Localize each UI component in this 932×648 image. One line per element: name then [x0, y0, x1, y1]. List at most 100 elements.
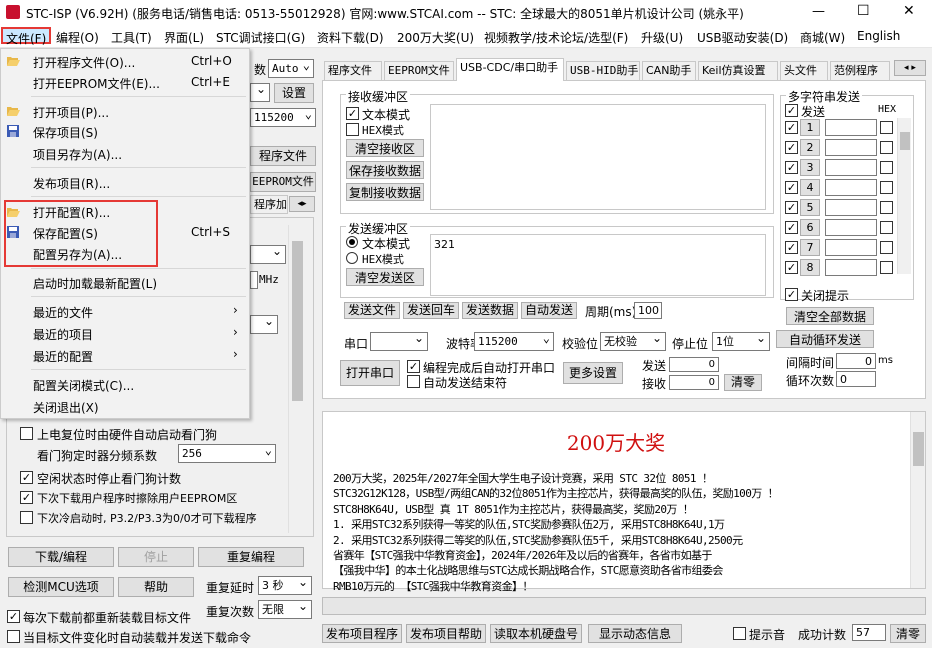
tab-examples[interactable]: 范例程序 — [830, 61, 890, 80]
tab-program-file[interactable]: 程序文件 — [324, 61, 382, 80]
menu-open-config[interactable]: 打开配置(R)... — [33, 204, 110, 221]
multi-row-send-button[interactable]: 1 — [800, 119, 820, 136]
stop-combo[interactable]: 1位 — [712, 332, 770, 351]
auto-send-button[interactable]: 自动发送 — [521, 302, 577, 319]
menu-video[interactable]: 视频教学/技术论坛/选型(F) — [484, 29, 628, 46]
tab-eeprom-file[interactable]: EEPROM文件 — [384, 61, 454, 80]
close-button[interactable]: ✕ — [903, 3, 915, 19]
menu-english[interactable]: English — [857, 29, 900, 46]
multi-row-checkbox[interactable]: ✓ — [785, 121, 798, 134]
tab-can[interactable]: CAN助手 — [642, 61, 696, 80]
multi-row-hex-checkbox[interactable] — [880, 241, 893, 254]
multi-row-checkbox[interactable]: ✓ — [785, 141, 798, 154]
menu-config-close-mode[interactable]: 配置关闭模式(C)... — [33, 377, 134, 394]
clear-success-button[interactable]: 清零 — [890, 624, 926, 643]
options-scrollbar[interactable] — [288, 225, 305, 533]
menu-upgrade[interactable]: 升级(U) — [641, 29, 683, 46]
interval-input[interactable]: 0 — [836, 353, 876, 369]
tab-usb-cdc[interactable]: USB-CDC/串口助手 — [456, 58, 564, 81]
baud2-select[interactable]: 115200 — [250, 108, 316, 127]
program-tab[interactable]: 程序加 — [250, 195, 288, 214]
menu-save-config-as[interactable]: 配置另存为(A)... — [33, 246, 122, 263]
hw-watchdog-checkbox[interactable] — [20, 427, 33, 440]
send-data-button[interactable]: 发送数据 — [462, 302, 518, 319]
multi-row-send-button[interactable]: 2 — [800, 139, 820, 156]
save-recv-button[interactable]: 保存接收数据 — [346, 161, 424, 179]
freq-input[interactable] — [250, 271, 258, 289]
menu-recent-configs[interactable]: 最近的配置 — [33, 348, 93, 365]
open-port-button[interactable]: 打开串口 — [340, 360, 400, 386]
clear-all-button[interactable]: 清空全部数据 — [786, 307, 874, 325]
recv-textarea[interactable] — [430, 104, 766, 210]
multi-row-hex-checkbox[interactable] — [880, 161, 893, 174]
menu-file[interactable]: 文件(F) — [1, 27, 52, 46]
menu-exit[interactable]: 关闭退出(X) — [33, 399, 99, 416]
settings-button[interactable]: 设置 — [274, 83, 314, 103]
multi-row-hex-checkbox[interactable] — [880, 121, 893, 134]
baud-combo[interactable]: 115200 — [474, 332, 554, 351]
menu-debug[interactable]: STC调试接口(G) — [216, 29, 305, 46]
menu-save-project[interactable]: 保存项目(S) — [33, 124, 98, 141]
multi-row-hex-checkbox[interactable] — [880, 201, 893, 214]
tab-usb-hid[interactable]: USB-HID助手 — [566, 61, 640, 80]
baud-select[interactable]: Auto — [268, 59, 314, 78]
send-file-button[interactable]: 发送文件 — [344, 302, 400, 319]
clear-count-button[interactable]: 清零 — [724, 374, 762, 391]
multi-send-all-checkbox[interactable]: ✓ — [785, 104, 798, 117]
text-mode-checkbox[interactable]: ✓ — [346, 107, 359, 120]
send-return-button[interactable]: 发送回车 — [403, 302, 459, 319]
publish-program-button[interactable]: 发布项目程序 — [322, 624, 402, 643]
delay-select[interactable]: 3 秒 — [258, 576, 312, 595]
period-input[interactable]: 100 — [634, 302, 662, 319]
multi-row-hex-checkbox[interactable] — [880, 141, 893, 154]
loop-input[interactable]: 0 — [836, 371, 876, 387]
option-select-2[interactable] — [250, 315, 278, 334]
open-eeprom-file-button[interactable]: EEPROM文件 — [250, 172, 316, 192]
erase-eeprom-checkbox[interactable]: ✓ — [20, 491, 33, 504]
menu-save-config[interactable]: 保存配置(S) — [33, 225, 98, 242]
menu-recent-projects[interactable]: 最近的项目 — [33, 326, 93, 343]
send-text-radio[interactable] — [346, 236, 358, 248]
multi-row-hex-checkbox[interactable] — [880, 261, 893, 274]
reprogram-button[interactable]: 重复编程 — [198, 547, 304, 567]
menu-tools[interactable]: 工具(T) — [111, 29, 152, 46]
multi-row-hex-checkbox[interactable] — [880, 221, 893, 234]
menu-open-eeprom-file[interactable]: 打开EEPROM文件(E)... — [33, 75, 160, 92]
multi-scrollbar[interactable] — [897, 118, 911, 274]
minimize-button[interactable]: — — [812, 4, 825, 19]
multi-row-input[interactable] — [825, 139, 877, 156]
menu-shop[interactable]: 商城(W) — [800, 29, 845, 46]
menu-program[interactable]: 编程(O) — [56, 29, 99, 46]
menu-usb-driver[interactable]: USB驱动安装(D) — [697, 29, 788, 46]
show-dynamic-button[interactable]: 显示动态信息 — [588, 624, 682, 643]
clear-recv-button[interactable]: 清空接收区 — [346, 139, 424, 157]
menu-download[interactable]: 资料下载(D) — [317, 29, 384, 46]
detect-mcu-button[interactable]: 检测MCU选项 — [8, 577, 114, 597]
tab-keil[interactable]: Keil仿真设置 — [698, 61, 778, 80]
multi-row-input[interactable] — [825, 199, 877, 216]
multi-row-send-button[interactable]: 5 — [800, 199, 820, 216]
parity-combo[interactable]: 无校验 — [600, 332, 666, 351]
stop-button[interactable]: 停止 — [118, 547, 194, 567]
idle-wdt-checkbox[interactable]: ✓ — [20, 471, 33, 484]
menu-save-project-as[interactable]: 项目另存为(A)... — [33, 146, 122, 163]
multi-row-input[interactable] — [825, 179, 877, 196]
menu-publish-project[interactable]: 发布项目(R)... — [33, 175, 110, 192]
menu-open-program-file[interactable]: 打开程序文件(O)... — [33, 54, 135, 71]
publish-help-button[interactable]: 发布项目帮助 — [406, 624, 486, 643]
multi-row-hex-checkbox[interactable] — [880, 181, 893, 194]
menu-recent-files[interactable]: 最近的文件 — [33, 304, 93, 321]
port-combo[interactable] — [370, 332, 428, 351]
menu-open-project[interactable]: 打开项目(P)... — [33, 104, 109, 121]
multi-row-input[interactable] — [825, 219, 877, 236]
download-button[interactable]: 下载/编程 — [8, 547, 114, 567]
auto-open-checkbox[interactable]: ✓ — [407, 360, 420, 373]
info-scrollbar[interactable] — [910, 412, 925, 588]
multi-row-input[interactable] — [825, 119, 877, 136]
multi-row-checkbox[interactable]: ✓ — [785, 261, 798, 274]
multi-row-checkbox[interactable]: ✓ — [785, 201, 798, 214]
multi-row-checkbox[interactable]: ✓ — [785, 241, 798, 254]
help-button[interactable]: 帮助 — [118, 577, 194, 597]
send-textarea[interactable]: 321 — [430, 234, 766, 296]
multi-row-checkbox[interactable]: ✓ — [785, 181, 798, 194]
